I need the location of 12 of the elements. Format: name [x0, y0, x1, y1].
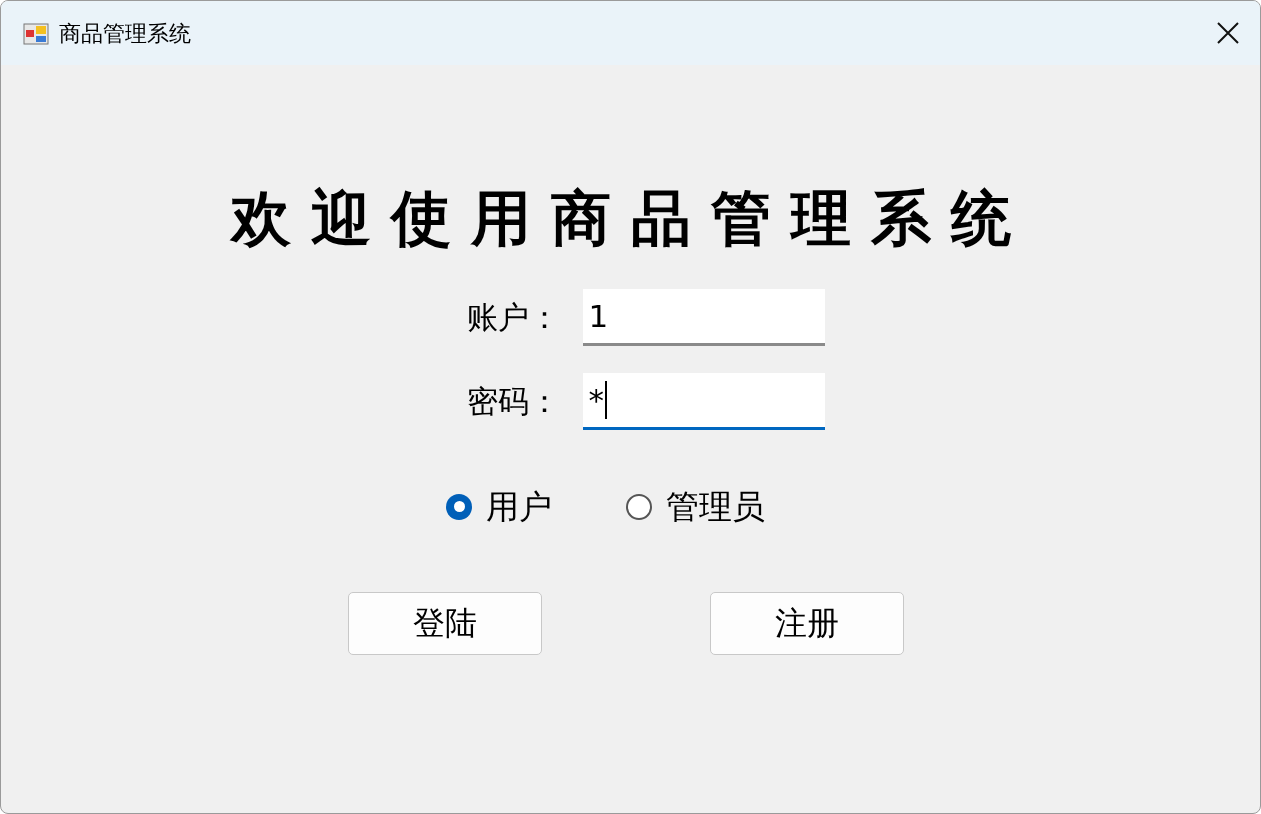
- app-icon: [23, 21, 49, 45]
- role-radio[interactable]: 管理员: [626, 482, 765, 532]
- input-field[interactable]: 1: [582, 289, 825, 346]
- field-label: 密码：: [466, 382, 561, 422]
- close-icon: [1217, 22, 1239, 44]
- action-button[interactable]: 登陆: [347, 591, 542, 655]
- role-radio[interactable]: 用户: [446, 482, 552, 532]
- welcome-heading: 欢迎使用商品管理系统: [230, 183, 1031, 253]
- window-title: 商品管理系统: [59, 19, 191, 48]
- action-button[interactable]: 注册: [709, 591, 904, 655]
- input-field[interactable]: *: [582, 373, 825, 430]
- field-label: 账户：: [466, 298, 561, 338]
